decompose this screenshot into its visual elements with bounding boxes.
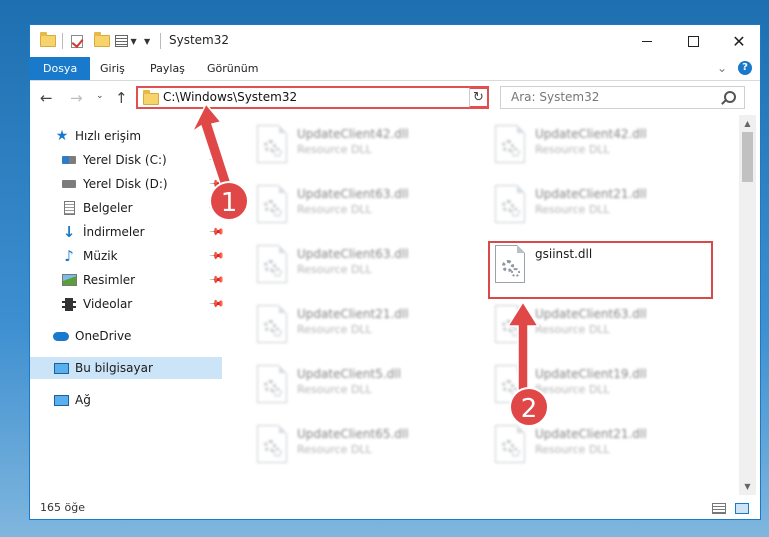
arrow-2-icon xyxy=(506,300,540,393)
arrow-1-icon xyxy=(190,102,233,191)
step-2-badge: 2 xyxy=(509,387,549,427)
annotation-arrows xyxy=(190,102,540,393)
step-1-badge: 1 xyxy=(209,181,249,221)
